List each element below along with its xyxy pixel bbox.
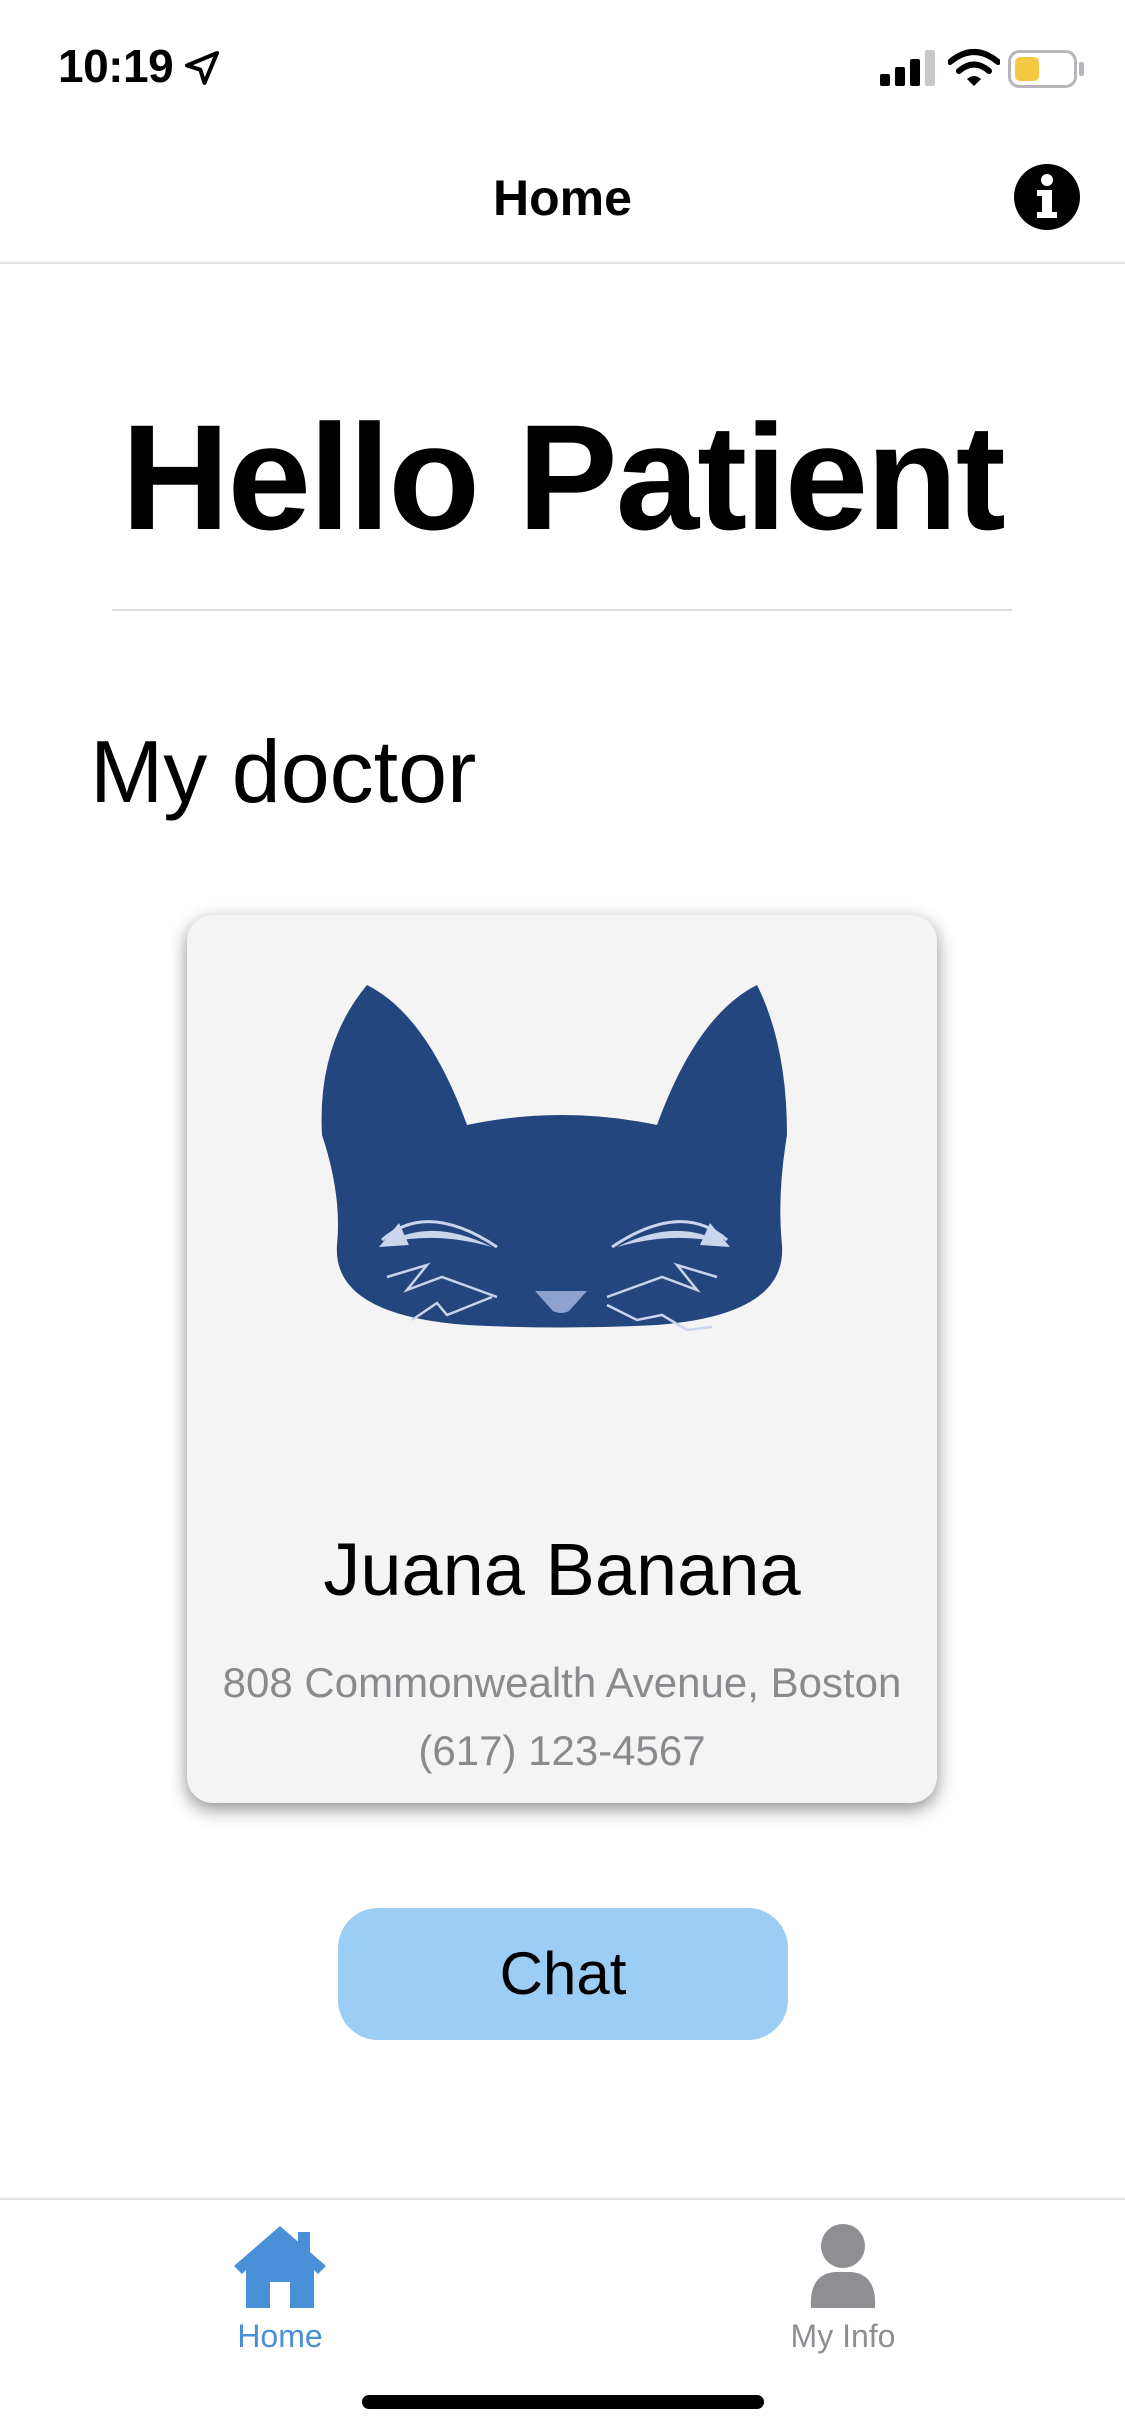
navigation-bar: Home (0, 132, 1125, 264)
tab-home[interactable]: Home (130, 2200, 430, 2370)
doctor-name: Juana Banana (323, 1528, 801, 1611)
section-heading: My doctor (90, 722, 477, 821)
tab-my-info-label: My Info (790, 2318, 896, 2354)
doctor-card[interactable]: Juana Banana 808 Commonwealth Avenue, Bo… (187, 915, 937, 1803)
chat-button[interactable]: Chat (338, 1908, 788, 2040)
location-arrow-icon (185, 51, 219, 85)
divider (112, 609, 1012, 611)
status-bar: 10:19 (0, 0, 1125, 132)
tab-my-info[interactable]: My Info (693, 2200, 993, 2370)
home-indicator (362, 2395, 764, 2409)
tab-home-label: Home (237, 2318, 323, 2354)
app-screen: 10:19 Home Hello Patient My doctor Juana… (0, 0, 1125, 2436)
page-title: Hello Patient (121, 393, 1006, 561)
info-circle-icon[interactable] (1012, 162, 1082, 232)
battery-icon (1008, 50, 1084, 88)
doctor-phone[interactable]: (617) 123-4567 (187, 1725, 937, 1777)
house-icon (234, 2226, 326, 2308)
doctor-address: 808 Commonwealth Avenue, Boston (222, 1659, 902, 1706)
nav-title: Home (493, 170, 632, 226)
cat-face-icon (321, 985, 787, 1332)
cellular-signal-icon (880, 50, 935, 86)
status-time: 10:19 (58, 40, 174, 92)
wifi-icon (948, 49, 1000, 86)
person-icon (810, 2224, 876, 2308)
